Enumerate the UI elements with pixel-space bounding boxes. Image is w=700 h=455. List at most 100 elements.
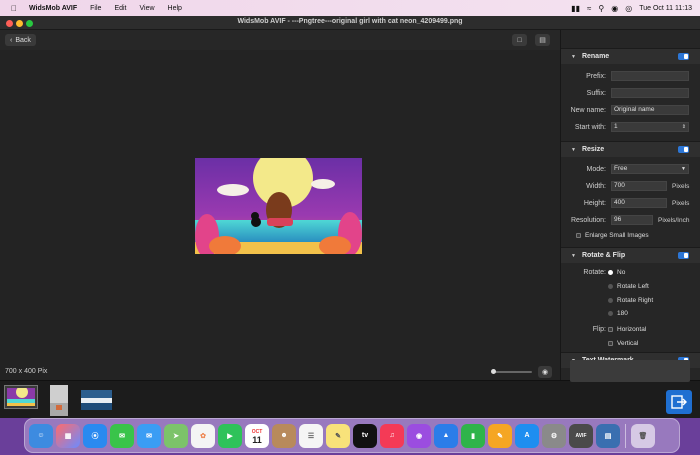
rotate-section-header[interactable]: ▼ Rotate & Flip: [561, 247, 700, 263]
finder-icon[interactable]: ☺: [29, 423, 53, 448]
safari-icon[interactable]: ⦿: [83, 423, 107, 448]
back-button[interactable]: ‹ Back: [5, 34, 36, 46]
rotate-no-radio[interactable]: [608, 270, 613, 275]
menu-edit[interactable]: Edit: [114, 5, 126, 12]
system-preferences-icon[interactable]: ⚙: [542, 423, 566, 448]
start-with-stepper[interactable]: 1 ⇕: [611, 122, 689, 132]
menubar:  WidsMob AVIF File Edit View Help ▮▮ ≈ …: [0, 0, 700, 16]
tv-icon[interactable]: tv: [353, 423, 377, 448]
enlarge-label: Enlarge Small Images: [585, 232, 649, 239]
dock: ☺ ▦ ⦿ ✉ ✉ ➤ ✿ ▶ OCT 11 ☻ ☰ ✎ tv ♫ ◉ ▲ ▮ …: [24, 418, 680, 453]
dock-separator: [625, 423, 626, 448]
battery-icon[interactable]: ▮▮: [571, 4, 580, 13]
launchpad-icon[interactable]: ▦: [56, 423, 80, 448]
height-input[interactable]: 400: [611, 198, 667, 208]
menu-file[interactable]: File: [90, 5, 101, 12]
enlarge-checkbox[interactable]: [576, 233, 581, 238]
mode-label: Mode:: [586, 166, 606, 173]
podcasts-icon[interactable]: ◉: [407, 423, 431, 448]
save-button[interactable]: ▤: [535, 34, 550, 46]
flip-label: Flip:: [592, 326, 606, 333]
menu-view[interactable]: View: [140, 5, 155, 12]
rename-toggle[interactable]: [678, 53, 689, 60]
rotate-title: Rotate & Flip: [581, 252, 626, 259]
reminders-icon[interactable]: ☰: [299, 423, 323, 448]
widsmob-avif-icon[interactable]: AVIF: [569, 423, 593, 448]
rename-section-header[interactable]: ▼ Rename: [561, 48, 700, 64]
zoom-slider-thumb[interactable]: [491, 369, 496, 374]
app-window: WidsMob AVIF - ---Pngtree---original gir…: [0, 16, 700, 418]
rotate-left-radio[interactable]: [608, 284, 613, 289]
preview-image: [195, 158, 362, 254]
width-input[interactable]: 700: [611, 181, 667, 191]
mode-value: Free: [614, 165, 628, 172]
thumbnail-3[interactable]: [81, 390, 112, 410]
calendar-day: 11: [252, 434, 262, 445]
menu-help[interactable]: Help: [168, 5, 182, 12]
toolbar: ‹ Back □ ▤: [0, 30, 560, 50]
siri-icon[interactable]: ◎: [625, 4, 632, 13]
resize-toggle[interactable]: [678, 146, 689, 153]
new-name-label: New name:: [570, 107, 606, 114]
rotate-right-label: Rotate Right: [617, 297, 654, 304]
export-button[interactable]: [666, 390, 692, 414]
resolution-unit: Pixels/Inch: [658, 217, 690, 224]
keynote-icon[interactable]: ▲: [434, 423, 458, 448]
music-icon[interactable]: ♫: [380, 423, 404, 448]
rename-title: Rename: [581, 53, 610, 60]
save-icon: ▤: [539, 37, 546, 44]
watermark-text-area[interactable]: [570, 360, 690, 382]
search-icon[interactable]: ⚲: [598, 4, 604, 13]
new-name-input[interactable]: Original name: [611, 105, 689, 115]
rotate-180-label: 180: [617, 310, 628, 317]
wifi-icon[interactable]: ≈: [587, 4, 591, 13]
facetime-icon[interactable]: ▶: [218, 423, 242, 448]
clock[interactable]: Tue Oct 11 11:13: [639, 5, 692, 12]
resolution-label: Resolution:: [570, 217, 606, 224]
zoom-slider[interactable]: [494, 371, 532, 373]
flip-vertical-checkbox[interactable]: [608, 341, 613, 346]
flip-horizontal-checkbox[interactable]: [608, 327, 613, 332]
preview-app-icon[interactable]: ▤: [596, 423, 620, 448]
prefix-label: Prefix:: [586, 73, 606, 80]
numbers-icon[interactable]: ▮: [461, 423, 485, 448]
preview-toggle-button[interactable]: ◉: [538, 366, 552, 378]
width-label: Width:: [586, 183, 606, 190]
contacts-icon[interactable]: ☻: [272, 423, 296, 448]
control-center-icon[interactable]: ◉: [611, 4, 618, 13]
thumbnail-1[interactable]: [4, 385, 38, 409]
crop-button[interactable]: □: [512, 34, 527, 46]
thumbnail-2[interactable]: [50, 385, 68, 416]
eye-icon: ◉: [541, 369, 549, 376]
title-bar: WidsMob AVIF - ---Pngtree---original gir…: [0, 16, 700, 30]
flip-vertical-label: Vertical: [617, 340, 639, 347]
photos-icon[interactable]: ✿: [191, 423, 215, 448]
prefix-input[interactable]: [611, 71, 689, 81]
flip-horizontal-label: Horizontal: [617, 326, 647, 333]
resize-title: Resize: [581, 146, 605, 153]
calendar-icon[interactable]: OCT 11: [245, 423, 269, 448]
mode-select[interactable]: Free ▼: [611, 164, 689, 174]
mail-icon[interactable]: ✉: [137, 423, 161, 448]
rotate-180-radio[interactable]: [608, 311, 613, 316]
back-label: Back: [15, 36, 31, 44]
resize-section-header[interactable]: ▼ Resize: [561, 141, 700, 157]
avif-label: AVIF: [575, 432, 587, 439]
width-unit: Pixels: [672, 183, 690, 190]
trash-icon[interactable]: 🗑: [631, 423, 655, 448]
app-store-icon[interactable]: A: [515, 423, 539, 448]
start-with-value: 1: [614, 123, 618, 130]
resolution-input[interactable]: 96: [611, 215, 653, 225]
notes-icon[interactable]: ✎: [326, 423, 350, 448]
rotate-toggle[interactable]: [678, 252, 689, 259]
image-size-label: 700 x 400 Pix: [5, 368, 48, 375]
stepper-icon[interactable]: ⇕: [682, 123, 686, 131]
apple-icon[interactable]: : [11, 4, 21, 13]
app-menu[interactable]: WidsMob AVIF: [29, 5, 77, 12]
messages-icon[interactable]: ✉: [110, 423, 134, 448]
suffix-input[interactable]: [611, 88, 689, 98]
pages-icon[interactable]: ✎: [488, 423, 512, 448]
caret-down-icon: ▼: [571, 252, 576, 259]
maps-icon[interactable]: ➤: [164, 423, 188, 448]
rotate-right-radio[interactable]: [608, 298, 613, 303]
